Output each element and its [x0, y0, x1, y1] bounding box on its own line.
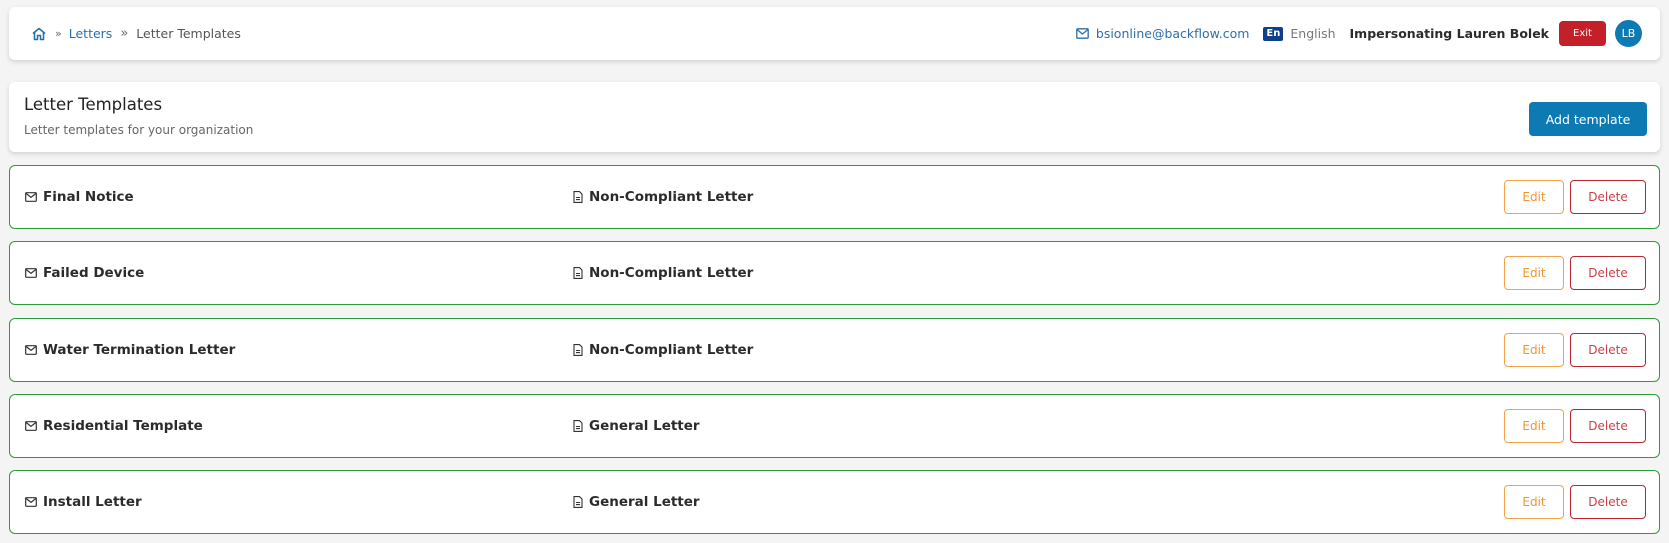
delete-button[interactable]: Delete	[1570, 256, 1646, 290]
breadcrumb: » Letters » Letter Templates	[31, 26, 241, 42]
template-name-text: Failed Device	[43, 265, 145, 281]
document-icon	[573, 496, 583, 508]
template-name: Install Letter	[25, 471, 142, 533]
edit-button[interactable]: Edit	[1504, 485, 1564, 519]
envelope-icon	[25, 421, 37, 431]
delete-button[interactable]: Delete	[1570, 409, 1646, 443]
user-area: bsionline@backflow.com En English Impers…	[1076, 20, 1642, 47]
template-type-text: Non-Compliant Letter	[589, 342, 754, 358]
edit-button[interactable]: Edit	[1504, 409, 1564, 443]
template-row: Install Letter General Letter Edit Delet…	[9, 470, 1660, 534]
envelope-icon	[25, 192, 37, 202]
add-template-button[interactable]: Add template	[1529, 102, 1647, 136]
template-row: Water Termination Letter Non-Compliant L…	[9, 318, 1660, 382]
template-type: Non-Compliant Letter	[573, 166, 753, 228]
delete-button[interactable]: Delete	[1570, 180, 1646, 214]
template-name: Residential Template	[25, 395, 203, 457]
document-icon	[573, 191, 583, 203]
template-row: Residential Template General Letter Edit…	[9, 394, 1660, 458]
template-type: General Letter	[573, 471, 700, 533]
template-type-text: Non-Compliant Letter	[589, 189, 754, 205]
edit-button[interactable]: Edit	[1504, 180, 1564, 214]
template-name: Final Notice	[25, 166, 134, 228]
delete-button[interactable]: Delete	[1570, 333, 1646, 367]
envelope-icon	[25, 345, 37, 355]
email-text: bsionline@backflow.com	[1095, 26, 1250, 41]
template-type: Non-Compliant Letter	[573, 242, 753, 304]
home-icon[interactable]	[31, 26, 47, 42]
document-icon	[573, 344, 583, 356]
edit-button[interactable]: Edit	[1504, 333, 1564, 367]
template-row: Failed Device Non-Compliant Letter Edit …	[9, 241, 1660, 305]
language-label: English	[1290, 26, 1336, 41]
impersonating-label: Impersonating Lauren Bolek	[1349, 26, 1549, 41]
avatar[interactable]: LB	[1615, 20, 1642, 47]
template-type-text: General Letter	[589, 494, 700, 510]
template-type-text: General Letter	[589, 418, 700, 434]
top-bar: » Letters » Letter Templates bsionline@b…	[9, 7, 1660, 60]
email-link[interactable]: bsionline@backflow.com	[1076, 26, 1250, 41]
language-selector[interactable]: En English	[1263, 26, 1336, 41]
template-type: General Letter	[573, 395, 700, 457]
breadcrumb-letters-link[interactable]: Letters	[69, 26, 113, 41]
delete-button[interactable]: Delete	[1570, 485, 1646, 519]
template-name: Water Termination Letter	[25, 319, 235, 381]
breadcrumb-separator-icon: »	[55, 27, 62, 40]
template-type: Non-Compliant Letter	[573, 319, 753, 381]
breadcrumb-separator-icon: »	[120, 26, 129, 41]
template-name-text: Final Notice	[43, 189, 134, 205]
template-name-text: Install Letter	[43, 494, 142, 510]
template-type-text: Non-Compliant Letter	[589, 265, 754, 281]
breadcrumb-current: Letter Templates	[136, 26, 241, 41]
template-row: Final Notice Non-Compliant Letter Edit D…	[9, 165, 1660, 229]
page-subtitle: Letter templates for your organization	[24, 123, 254, 137]
template-name: Failed Device	[25, 242, 144, 304]
exit-impersonation-button[interactable]: Exit	[1559, 21, 1606, 46]
language-flag-icon: En	[1263, 26, 1284, 41]
template-name-text: Residential Template	[43, 418, 203, 434]
envelope-icon	[25, 497, 37, 507]
mail-icon	[1076, 28, 1089, 39]
envelope-icon	[25, 268, 37, 278]
document-icon	[573, 267, 583, 279]
template-name-text: Water Termination Letter	[43, 342, 236, 358]
page: » Letters » Letter Templates bsionline@b…	[0, 0, 1669, 543]
document-icon	[573, 420, 583, 432]
page-title: Letter Templates	[24, 95, 163, 114]
edit-button[interactable]: Edit	[1504, 256, 1564, 290]
page-header-card: Letter Templates Letter templates for yo…	[9, 82, 1660, 152]
